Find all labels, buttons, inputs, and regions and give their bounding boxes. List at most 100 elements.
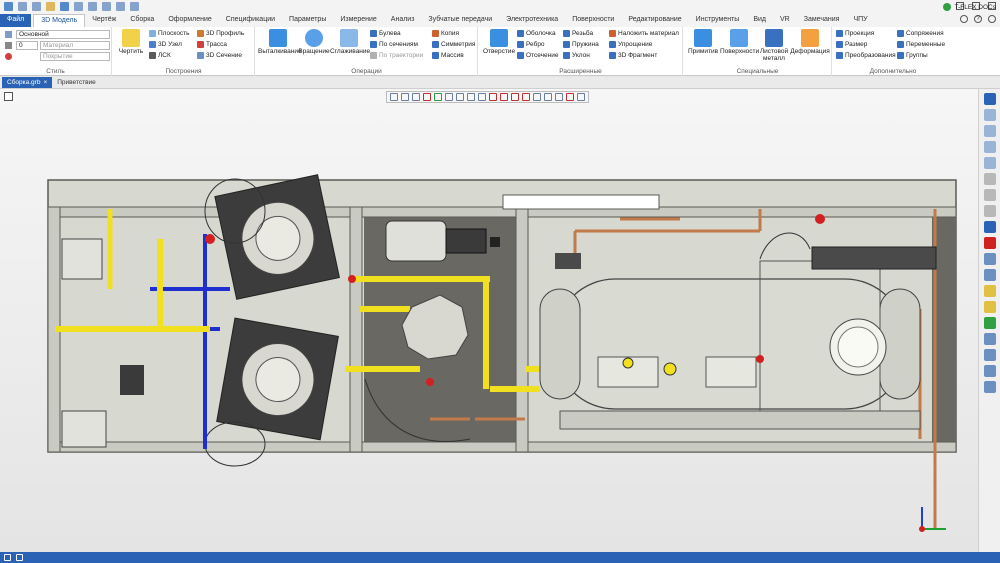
hole-button[interactable]: Отверстие [482,29,516,55]
boolean-button[interactable]: Булева [370,30,401,37]
pan-icon[interactable] [983,205,996,217]
view-cube-icon[interactable] [983,173,996,185]
shell-button[interactable]: Оболочка [517,30,556,37]
measure-icon[interactable] [983,349,996,361]
deformation-button[interactable]: Деформация [790,29,830,55]
pivot-icon[interactable] [478,93,486,101]
text-icon[interactable] [983,365,996,377]
assembly-model[interactable] [0,89,978,552]
tab-vr[interactable]: VR [773,14,797,27]
lighting-icon[interactable] [983,301,996,313]
simplify-button[interactable]: Упрощение [609,41,652,48]
path-button[interactable]: Трасса [197,41,227,48]
3d-viewport[interactable] [0,89,978,552]
tab-specifications[interactable]: Спецификации [219,14,282,27]
filter-icon[interactable] [390,93,398,101]
filter-operation-icon[interactable] [500,93,508,101]
layer-combo[interactable]: Основной [16,30,110,39]
tab-cnc[interactable]: ЧПУ [846,14,874,27]
zoom-window-icon[interactable] [983,109,996,121]
zoom-in-icon[interactable] [983,125,996,137]
filter-sketch-icon[interactable] [522,93,530,101]
transforms-button[interactable]: Преобразования [836,52,896,59]
rotate-view-icon[interactable] [983,189,996,201]
node3d-button[interactable]: 3D Узел [149,41,182,48]
docs-indicator[interactable]: T-FLEX DOCs [943,3,996,11]
filter-lcs-icon[interactable] [577,93,585,101]
settings-icon[interactable] [960,15,968,23]
by-path-button[interactable]: По траектории [370,52,423,59]
check-icon[interactable] [434,93,442,101]
help-icon[interactable] [130,2,139,11]
render-mode-icon[interactable] [983,269,996,281]
tab-remarks[interactable]: Замечания [797,14,847,27]
lsk-button[interactable]: ЛСК [149,52,171,59]
open-model-icon[interactable] [32,2,41,11]
primitive-button[interactable]: Примитив [686,29,720,55]
perspective-icon[interactable] [983,285,996,297]
level-combo[interactable]: 0 [16,41,38,50]
revolve-button[interactable]: Вращение [298,29,330,55]
surfaces-button[interactable]: Поверхности [720,29,759,55]
help-icon[interactable]: ? [974,15,982,23]
tab-drawing[interactable]: Чертёж [85,14,123,27]
copy-button[interactable]: Копия [432,30,459,37]
visibility-icon[interactable] [983,333,996,345]
undo-icon[interactable] [88,2,97,11]
filter-axis-icon[interactable] [544,93,552,101]
fragment3d-button[interactable]: 3D Фрагмент [609,52,657,59]
tab-3d-model[interactable]: 3D Модель [33,14,86,27]
shading-icon[interactable] [983,253,996,265]
filter-face-icon[interactable] [401,93,409,101]
section-view-icon[interactable] [983,237,996,249]
cut-button[interactable]: Отсечение [517,52,558,59]
tab-file[interactable]: Файл [0,14,32,27]
status-command-icon[interactable] [16,554,23,561]
tab-surfaces[interactable]: Поверхности [565,14,621,27]
draw-button[interactable]: Чертить [116,29,146,55]
collapse-ribbon-icon[interactable] [988,15,996,23]
filter-section-icon[interactable] [533,93,541,101]
redo-icon[interactable] [102,2,111,11]
filter-body-icon[interactable] [489,93,497,101]
folder-icon[interactable] [46,2,55,11]
by-sections-button[interactable]: По сечениям [370,41,418,48]
status-settings-icon[interactable] [4,554,11,561]
mates-button[interactable]: Сопряжения [897,30,944,37]
coating-combo[interactable]: Покрытие [40,52,110,61]
close-tab-icon[interactable]: × [43,78,47,88]
tab-assembly[interactable]: Сборка [123,14,161,27]
dimension-button[interactable]: Размер [836,41,867,48]
open-file-icon[interactable] [18,2,27,11]
tab-view[interactable]: Вид [746,14,773,27]
annotation-icon[interactable] [983,381,996,393]
thread-button[interactable]: Резьба [563,30,593,37]
array-button[interactable]: Массив [432,52,464,59]
section3d-button[interactable]: 3D Сечение [197,52,242,59]
tab-measure[interactable]: Измерение [333,14,383,27]
filter-material-icon[interactable] [566,93,574,101]
material-combo[interactable]: Материал [40,41,110,50]
extrude-button[interactable]: Выталкивание [258,29,302,55]
tab-gears[interactable]: Зубчатые передачи [421,14,499,27]
orientation-icon[interactable] [983,221,996,233]
tab-layout[interactable]: Оформление [161,14,218,27]
filter-color-icon[interactable] [423,93,431,101]
tab-parameters[interactable]: Параметры [282,14,333,27]
tab-editing[interactable]: Редактирование [621,14,688,27]
symmetry-button[interactable]: Симметрия [432,41,475,48]
groups-button[interactable]: Группы [897,52,928,59]
plane-button[interactable]: Плоскость [149,30,190,37]
materials-view-icon[interactable] [983,317,996,329]
new-document-icon[interactable] [4,2,13,11]
filter-edge-icon[interactable] [412,93,420,101]
variables-button[interactable]: Переменные [897,41,945,48]
select-window-icon[interactable] [445,93,453,101]
spring-button[interactable]: Пружина [563,41,599,48]
zoom-out-icon[interactable] [983,141,996,153]
filter-surface-icon[interactable] [555,93,563,101]
print-icon[interactable] [74,2,83,11]
rib-button[interactable]: Ребро [517,41,545,48]
sheet-metal-button[interactable]: Листовой металл [758,29,790,62]
tab-tools[interactable]: Инструменты [689,14,747,27]
